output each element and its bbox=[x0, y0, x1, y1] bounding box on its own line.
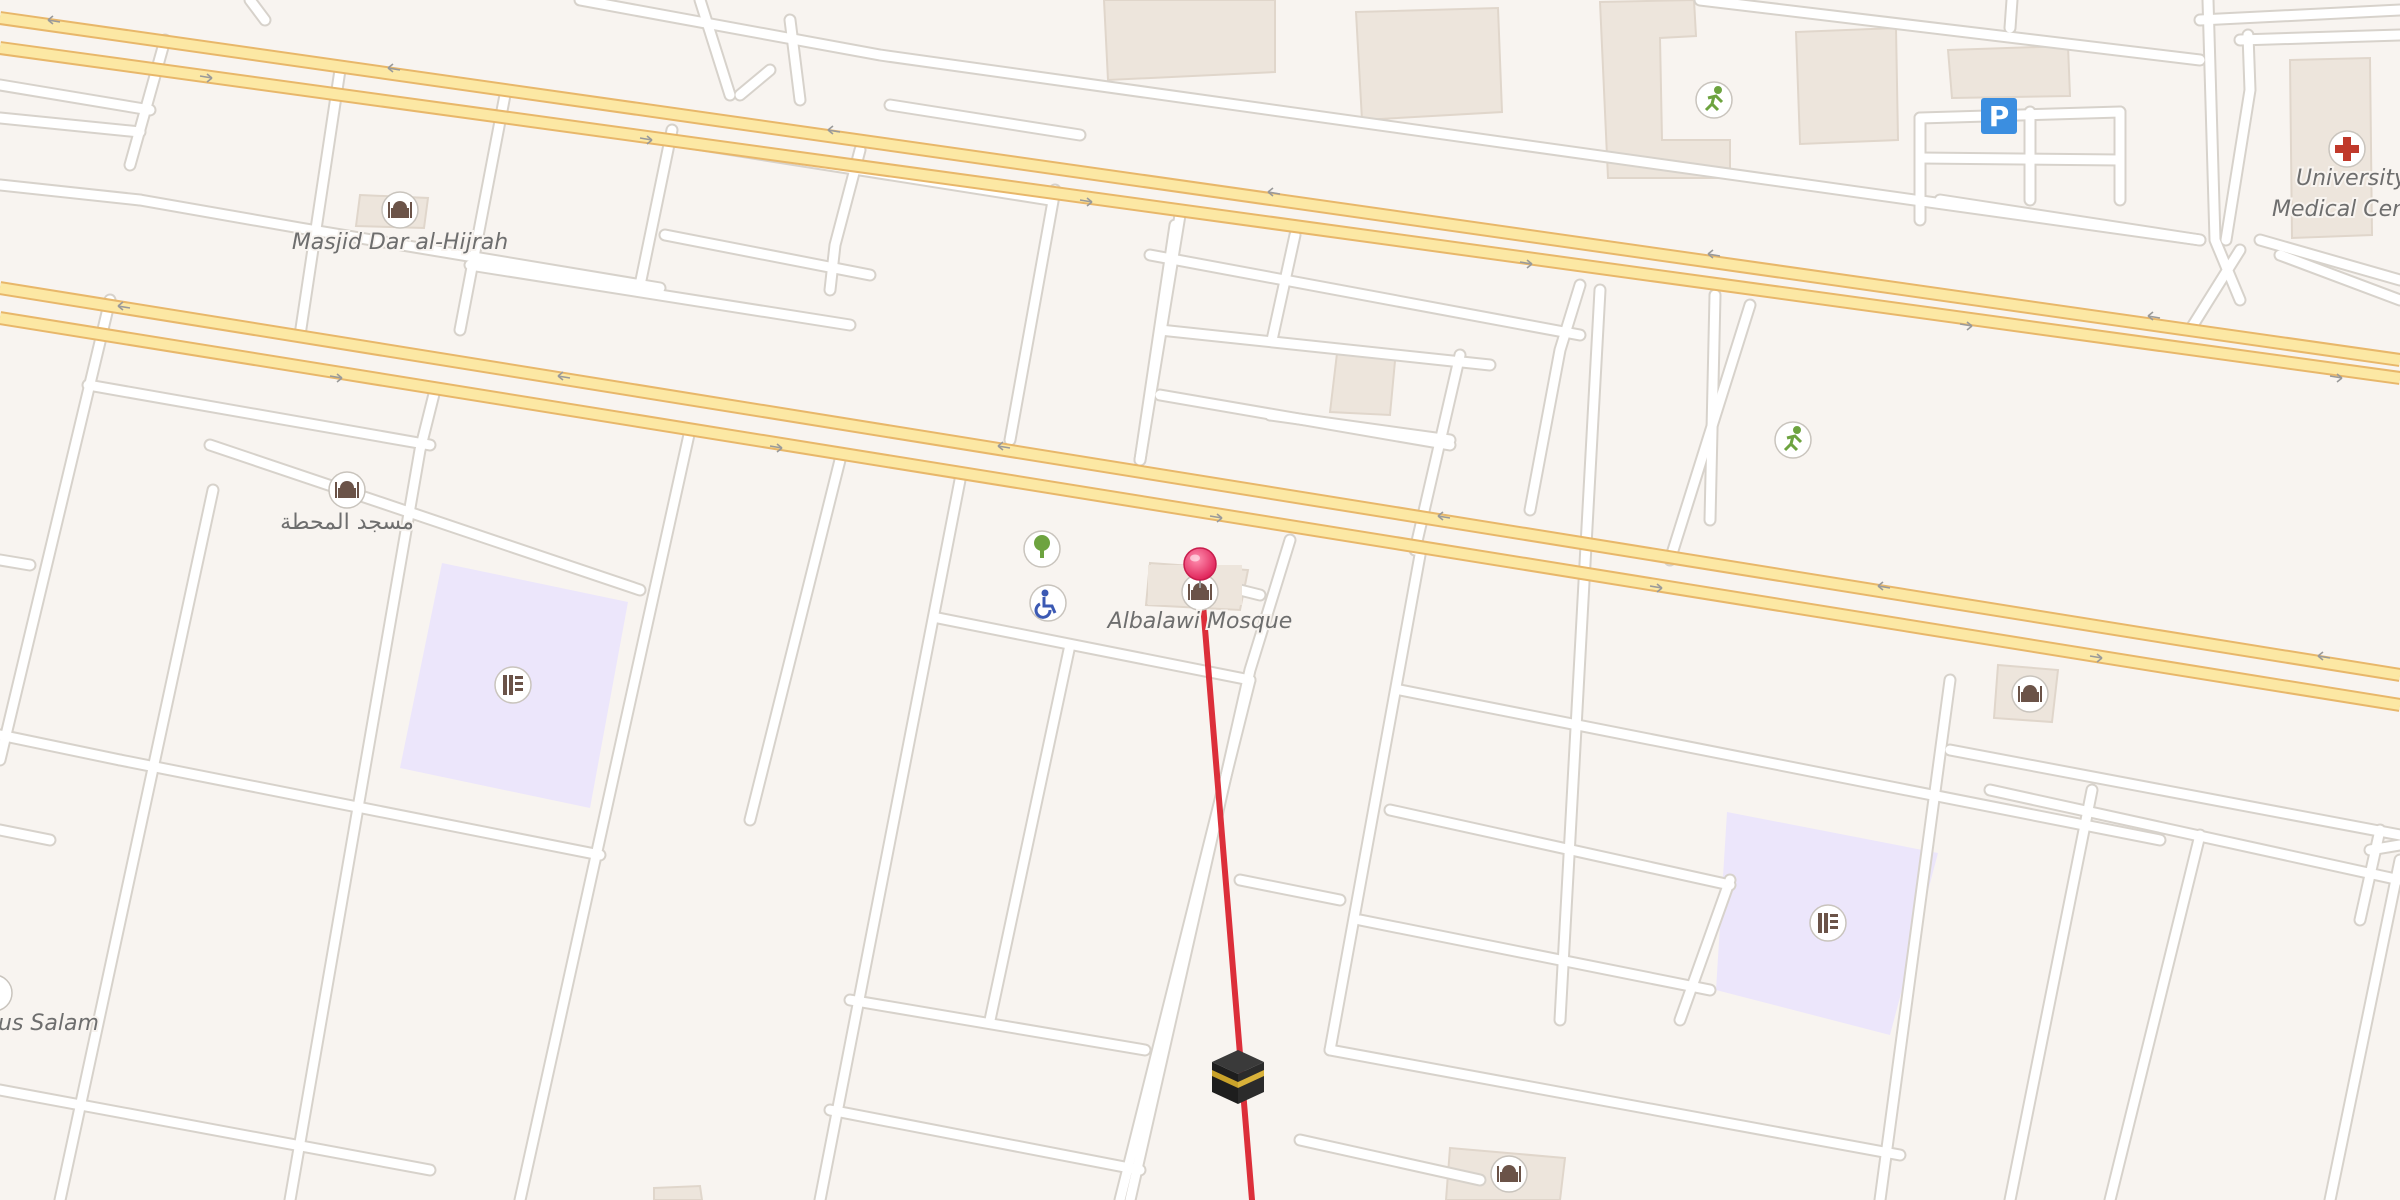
poi-school-right[interactable] bbox=[1809, 904, 1847, 942]
label-masjid-arabic: مسجد المحطة bbox=[280, 510, 414, 535]
poi-mosque-east[interactable] bbox=[2011, 675, 2049, 713]
label-masjid-dar-al-hijrah: Masjid Dar al-Hijrah bbox=[292, 230, 508, 255]
location-pin-icon bbox=[1183, 547, 1217, 581]
parking-symbol: P bbox=[1989, 100, 2010, 133]
poi-accessible[interactable] bbox=[1029, 584, 1067, 622]
poi-mosque-bottom[interactable] bbox=[1490, 1155, 1528, 1193]
poi-sport-mid[interactable] bbox=[1774, 421, 1812, 459]
poi-parking[interactable]: P bbox=[1981, 98, 2017, 134]
label-university-medical-2: Medical Cent bbox=[2272, 197, 2400, 222]
label-albalawi-mosque: Albalawi Mosque bbox=[1106, 609, 1293, 634]
building bbox=[1102, 0, 1276, 82]
building bbox=[1794, 26, 1900, 146]
poi-sport-top[interactable] bbox=[1695, 81, 1733, 119]
label-dus-salam: us Salam bbox=[0, 1011, 99, 1036]
label-university-medical-1: University bbox=[2296, 166, 2400, 191]
poi-hospital[interactable] bbox=[2328, 130, 2366, 168]
poi-masjid-dar-al-hijrah[interactable] bbox=[381, 191, 419, 229]
map-canvas[interactable]: Masjid Dar al-Hijrah مسجد المحطة Albalaw… bbox=[0, 0, 2400, 1200]
poi-school-left[interactable] bbox=[494, 666, 532, 704]
building bbox=[1354, 6, 1504, 122]
building bbox=[1946, 44, 2072, 100]
poi-masjid-arabic[interactable] bbox=[328, 471, 366, 509]
poi-park[interactable] bbox=[1023, 530, 1061, 568]
building bbox=[653, 1184, 704, 1200]
